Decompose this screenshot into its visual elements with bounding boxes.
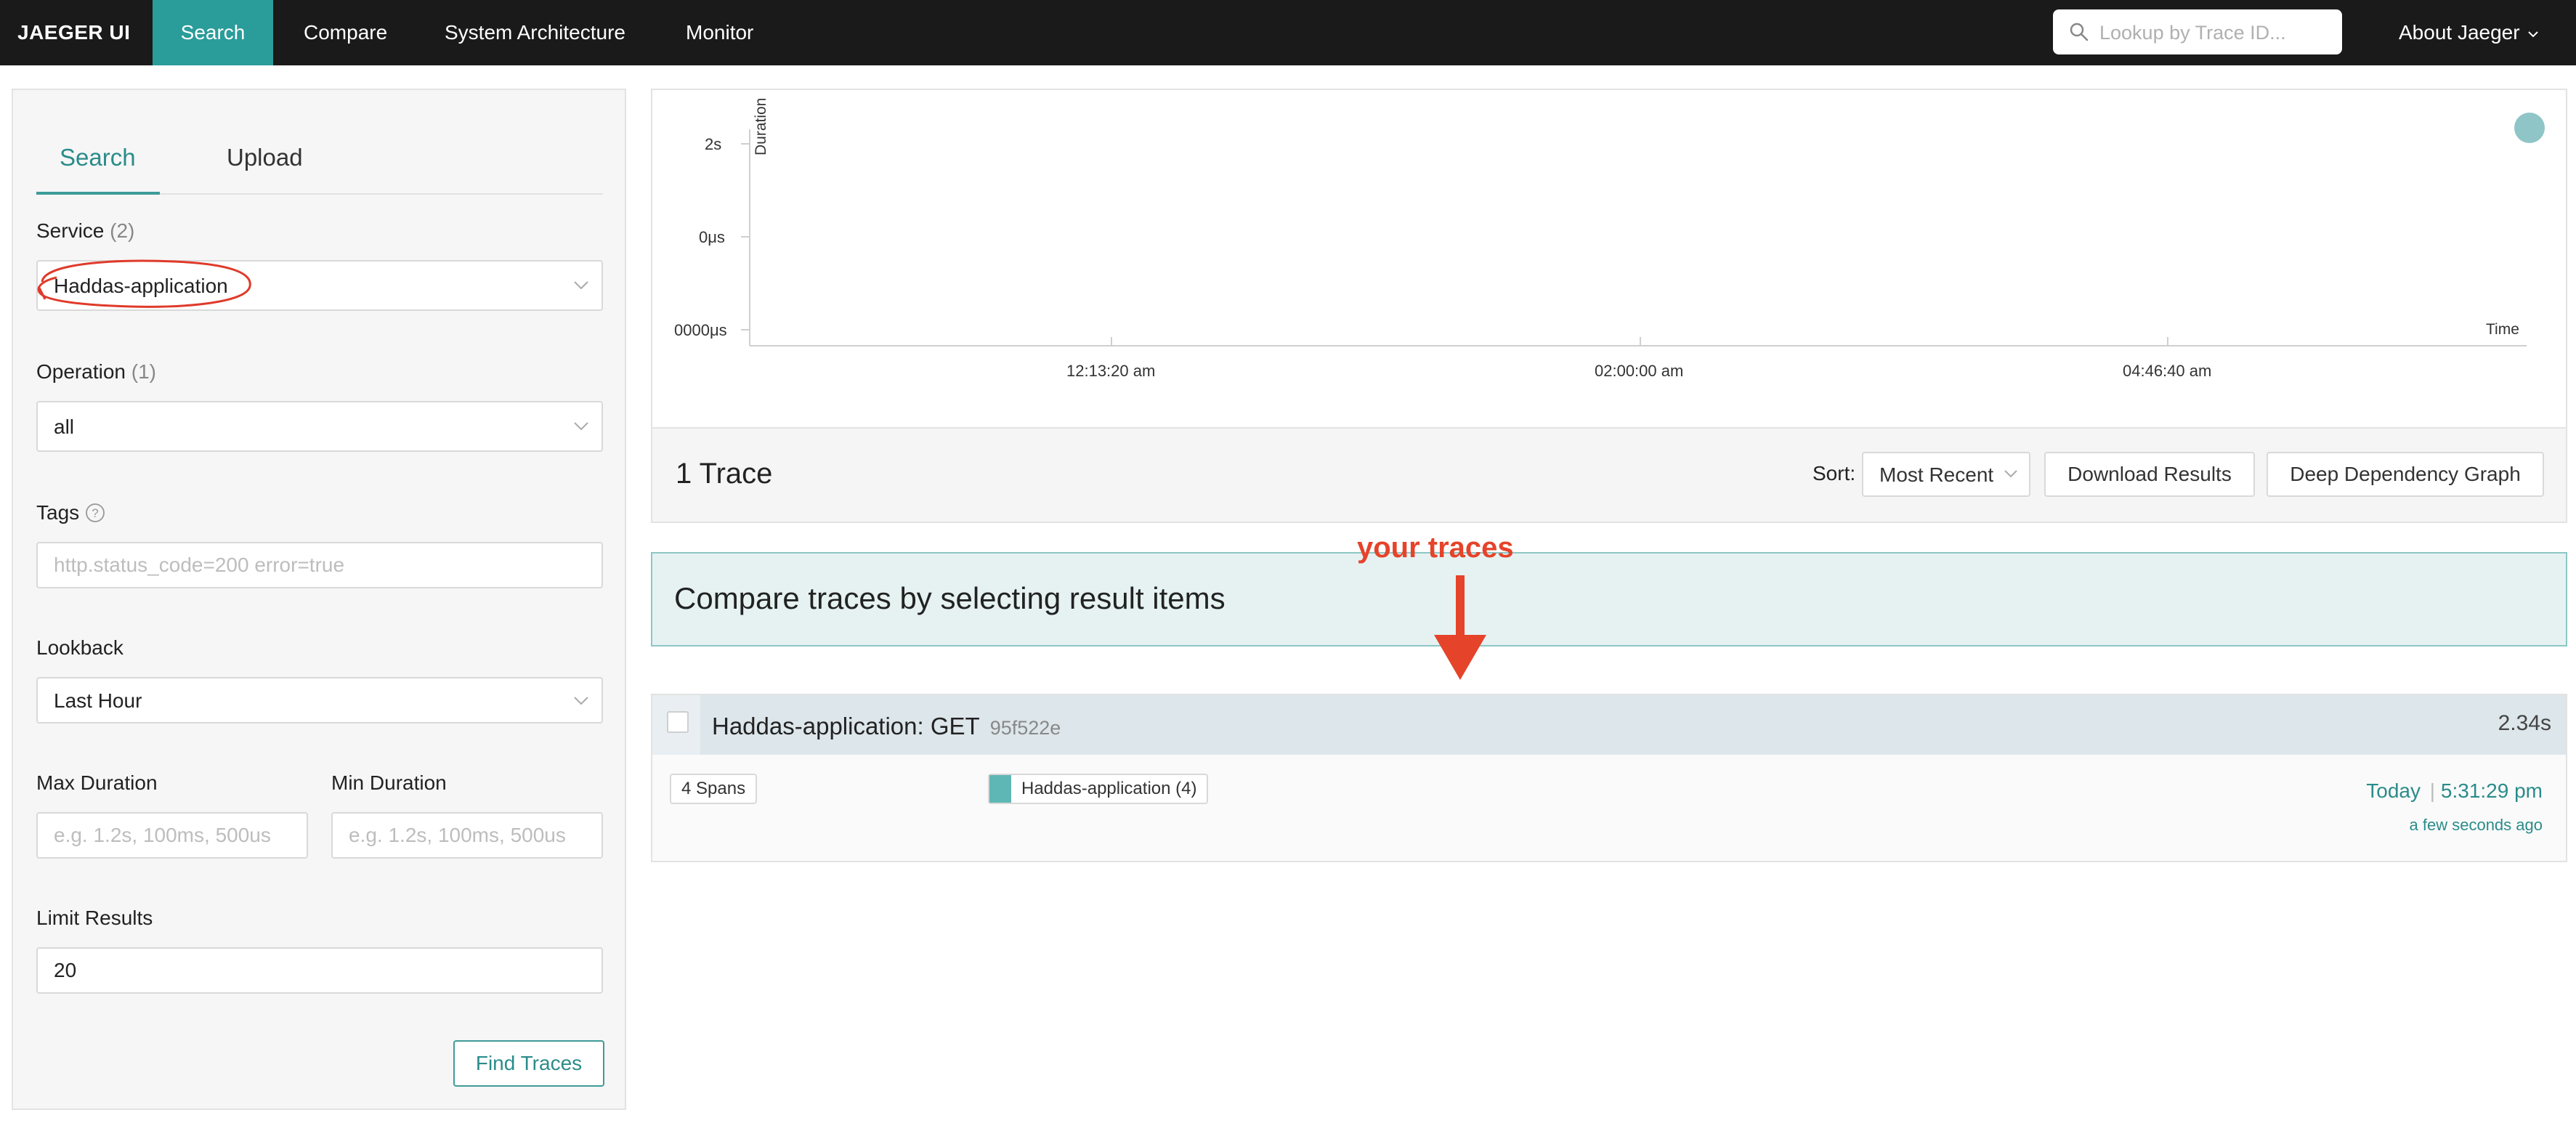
annotation-label: your traces (1357, 532, 1514, 564)
service-color-swatch (989, 775, 1011, 803)
chevron-down-icon (574, 281, 588, 290)
x-tick-label: 12:13:20 am (1066, 362, 1156, 380)
trace-id: 95f522e (989, 717, 1061, 739)
y-tick-label: 0μs (699, 228, 725, 246)
top-navbar: JAEGER UI Search Compare System Architec… (0, 0, 2576, 65)
compare-banner: Compare traces by selecting result items (651, 552, 2567, 646)
x-tick-label: 02:00:00 am (1595, 362, 1684, 380)
search-panel: Search Upload Service (2) Haddas-applica… (12, 89, 626, 1110)
download-results-button[interactable]: Download Results (2044, 452, 2255, 497)
date-time-separator: | (2429, 779, 2435, 802)
results-header: 1 Trace Sort: Most Recent Download Resul… (651, 429, 2567, 523)
service-label: Service (2) (36, 219, 134, 243)
max-duration-label: Max Duration (36, 771, 158, 794)
operation-label-text: Operation (36, 360, 126, 383)
x-tick-label: 04:46:40 am (2123, 362, 2212, 380)
trace-relative-time: a few seconds ago (2409, 816, 2543, 834)
y-tick-label: 2s (705, 135, 722, 153)
trace-time: 5:31:29 pm (2440, 779, 2543, 802)
service-label-text: Service (36, 219, 105, 242)
find-traces-button[interactable]: Find Traces (453, 1040, 604, 1087)
lookback-value: Last Hour (54, 689, 142, 712)
operation-label: Operation (1) (36, 360, 156, 384)
tags-input[interactable] (36, 542, 603, 588)
nav-tab-monitor[interactable]: Monitor (686, 0, 753, 65)
trace-name: Haddas-application: GET (712, 713, 980, 739)
min-duration-input[interactable] (331, 812, 603, 859)
trace-select-cell (652, 695, 700, 755)
min-duration-label: Min Duration (331, 771, 447, 794)
nav-tab-search[interactable]: Search (153, 0, 273, 65)
sort-select[interactable]: Most Recent (1862, 452, 2030, 497)
trace-result-item[interactable]: Haddas-application: GET 95f522e 2.34s 4 S… (651, 694, 2567, 862)
max-duration-input[interactable] (36, 812, 308, 859)
service-badge: Haddas-application (4) (988, 774, 1209, 804)
trace-lookup[interactable] (2053, 9, 2342, 56)
operation-count: (1) (131, 360, 156, 383)
chevron-down-icon (574, 422, 588, 431)
sort-label: Sort: (1812, 462, 1856, 485)
help-icon[interactable]: ? (85, 503, 105, 523)
svg-text:?: ? (92, 506, 98, 520)
compare-banner-text: Compare traces by selecting result items (674, 581, 1226, 615)
service-count: (2) (110, 219, 135, 242)
trace-point[interactable] (2514, 113, 2545, 143)
x-axis-title: Time (2486, 321, 2519, 338)
chevron-down-icon (2004, 470, 2017, 478)
trace-date: Today (2366, 779, 2421, 802)
tab-upload[interactable]: Upload (227, 144, 303, 171)
results-count-title: 1 Trace (676, 458, 773, 490)
y-tick-label: 0000μs (674, 321, 727, 339)
limit-results-input[interactable] (36, 947, 603, 994)
trace-item-header[interactable]: Haddas-application: GET 95f522e 2.34s (652, 695, 2566, 755)
trace-select-checkbox[interactable] (667, 711, 689, 733)
trace-title[interactable]: Haddas-application: GET 95f522e (712, 713, 1061, 740)
trace-scatter-chart: 2s 0μs 0000μs Duration 12:13:20 am 02:00… (651, 89, 2567, 429)
lookback-select[interactable]: Last Hour (36, 677, 603, 723)
y-axis-title: Duration (753, 97, 769, 155)
chevron-down-icon (574, 697, 588, 705)
tags-label-text: Tags (36, 501, 80, 524)
about-jaeger-label: About Jaeger (2399, 21, 2520, 44)
annotation-arrow-icon (1434, 575, 1486, 680)
chevron-down-icon (2527, 31, 2538, 38)
nav-tab-compare[interactable]: Compare (304, 0, 387, 65)
nav-tab-system-architecture[interactable]: System Architecture (445, 0, 625, 65)
red-circle-annotation (37, 259, 251, 308)
operation-select[interactable]: all (36, 401, 603, 452)
deep-dependency-graph-button[interactable]: Deep Dependency Graph (2267, 452, 2544, 497)
span-count-badge: 4 Spans (670, 774, 758, 804)
about-jaeger-menu[interactable]: About Jaeger (2399, 0, 2539, 65)
lookback-label: Lookback (36, 636, 123, 659)
brand-logo[interactable]: JAEGER UI (17, 0, 130, 65)
trace-duration: 2.34s (2498, 711, 2551, 735)
tab-search[interactable]: Search (60, 144, 136, 171)
search-icon (2070, 23, 2089, 41)
service-badge-label: Haddas-application (4) (1021, 779, 1197, 798)
trace-id-lookup-input[interactable] (2098, 9, 2333, 56)
active-tab-indicator (36, 192, 160, 195)
operation-value: all (54, 416, 75, 438)
limit-results-label: Limit Results (36, 907, 153, 929)
tags-label: Tags? (36, 501, 105, 524)
sort-value: Most Recent (1879, 463, 1994, 486)
